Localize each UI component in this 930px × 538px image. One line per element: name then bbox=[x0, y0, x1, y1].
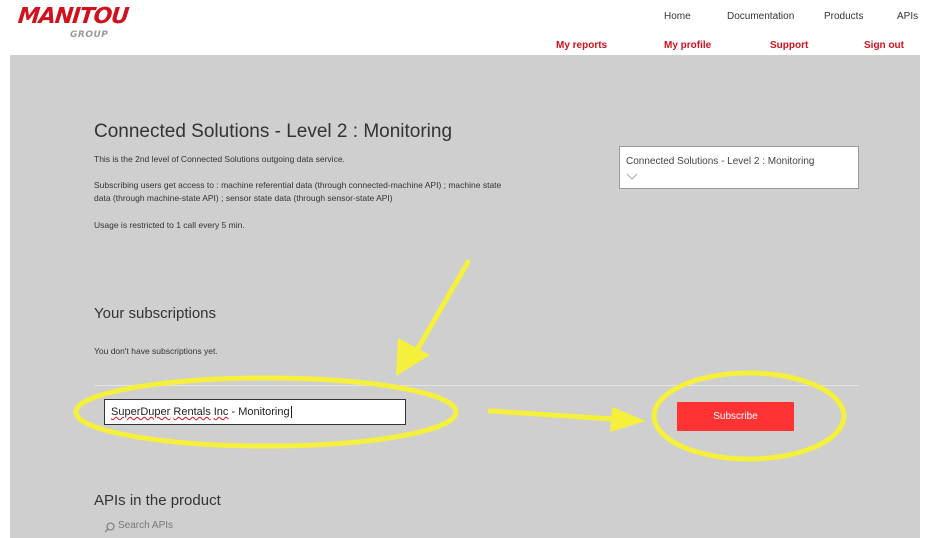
nav-home[interactable]: Home bbox=[664, 11, 691, 22]
nav-support[interactable]: Support bbox=[770, 40, 808, 51]
input-text-word3: Inc bbox=[213, 406, 229, 418]
product-description-3: Usage is restricted to 1 call every 5 mi… bbox=[94, 220, 245, 230]
nav-documentation[interactable]: Documentation bbox=[727, 11, 794, 22]
search-placeholder: Search APIs bbox=[118, 520, 174, 531]
input-text-rest: - Monitoring bbox=[228, 406, 290, 418]
product-description-2b: data (through machine-state API) ; senso… bbox=[94, 193, 393, 203]
product-select-value: Connected Solutions - Level 2 : Monitori… bbox=[626, 156, 815, 167]
subscription-name-input[interactable]: SuperDuper Rentals Inc - Monitoring bbox=[104, 399, 406, 425]
account-nav: My reports My profile Support Sign out bbox=[528, 34, 920, 55]
chevron-down-icon bbox=[626, 173, 638, 180]
top-nav: Home Documentation Products APIs bbox=[0, 11, 930, 27]
input-text-word2: Rentals bbox=[173, 406, 211, 418]
nav-apis[interactable]: APIs bbox=[897, 11, 918, 22]
page-title: Connected Solutions - Level 2 : Monitori… bbox=[94, 121, 453, 142]
nav-my-profile[interactable]: My profile bbox=[664, 40, 711, 51]
nav-my-reports[interactable]: My reports bbox=[556, 40, 607, 51]
input-text-word1: SuperDuper bbox=[111, 406, 171, 418]
product-description-2a: Subscribing users get access to : machin… bbox=[94, 180, 502, 190]
nav-sign-out[interactable]: Sign out bbox=[864, 40, 904, 51]
nav-products[interactable]: Products bbox=[824, 11, 863, 22]
subscribe-button[interactable]: Subscribe bbox=[677, 402, 794, 431]
product-select[interactable]: Connected Solutions - Level 2 : Monitori… bbox=[619, 146, 859, 189]
search-icon bbox=[104, 522, 115, 533]
product-description-1: This is the 2nd level of Connected Solut… bbox=[94, 154, 345, 164]
apis-heading: APIs in the product bbox=[94, 492, 221, 509]
subscriptions-heading: Your subscriptions bbox=[94, 305, 217, 322]
subscriptions-empty-text: You don't have subscriptions yet. bbox=[94, 346, 218, 356]
product-panel: Connected Solutions - Level 2 : Monitori… bbox=[10, 55, 920, 538]
logo-subtext: GROUP bbox=[70, 30, 109, 40]
divider bbox=[94, 385, 859, 386]
